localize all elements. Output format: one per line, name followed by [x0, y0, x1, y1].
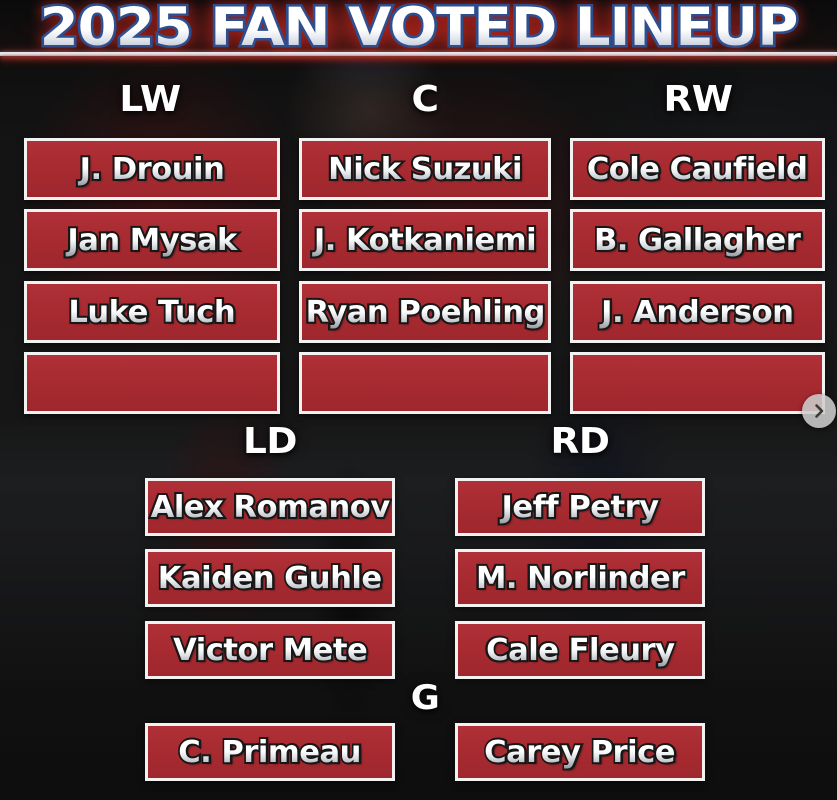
player-card-rw-2[interactable]: B. Gallagher B. Gallagher	[570, 209, 825, 271]
player-card-rd-2[interactable]: M. Norlinder M. Norlinder	[455, 549, 705, 607]
player-card-rd-3[interactable]: Cale Fleury Cale Fleury	[455, 621, 705, 679]
player-name: B. Gallagher	[590, 223, 805, 258]
player-card-g-2[interactable]: Carey Price Carey Price	[455, 723, 705, 781]
position-label-rd: RD	[550, 421, 610, 462]
player-name: Carey Price	[480, 735, 679, 770]
player-card-rw-3[interactable]: J. Anderson J. Anderson	[570, 281, 825, 343]
player-card-lw-2[interactable]: Jan Mysak Jan Mysak	[24, 209, 280, 271]
player-card-c-4-empty[interactable]	[299, 352, 551, 414]
player-name: Cole Caufield	[583, 152, 812, 187]
player-card-lw-3[interactable]: Luke Tuch Luke Tuch	[24, 281, 280, 343]
position-label-lw: LW	[119, 79, 181, 120]
position-label-c: C	[411, 79, 439, 120]
player-name: Luke Tuch	[64, 295, 239, 330]
lineup-graphic: 2025 FAN VOTED LINEUP 2025 FAN VOTED LIN…	[0, 0, 837, 800]
player-card-c-1[interactable]: Nick Suzuki Nick Suzuki	[299, 138, 551, 200]
player-card-c-3[interactable]: Ryan Poehling Ryan Poehling	[299, 281, 551, 343]
position-label-rw: RW	[663, 79, 733, 120]
player-name: Nick Suzuki	[324, 152, 526, 187]
player-card-c-2[interactable]: J. Kotkaniemi J. Kotkaniemi	[299, 209, 551, 271]
player-name: Alex Romanov	[148, 490, 392, 525]
player-card-rw-1[interactable]: Cole Caufield Cole Caufield	[570, 138, 825, 200]
position-label-ld: LD	[243, 421, 297, 462]
title-divider-glow	[0, 56, 837, 61]
player-card-g-1[interactable]: C. Primeau C. Primeau	[145, 723, 395, 781]
player-card-rd-1[interactable]: Jeff Petry Jeff Petry	[455, 478, 705, 536]
player-name: M. Norlinder	[471, 561, 688, 596]
page-title: 2025 FAN VOTED LINEUP	[0, 0, 837, 58]
player-card-ld-3[interactable]: Victor Mete Victor Mete	[145, 621, 395, 679]
player-card-ld-2[interactable]: Kaiden Guhle Kaiden Guhle	[145, 549, 395, 607]
player-name: J. Drouin	[76, 152, 229, 187]
player-name: J. Kotkaniemi	[310, 223, 540, 258]
player-name: Kaiden Guhle	[154, 561, 386, 596]
player-name: Jeff Petry	[497, 490, 662, 525]
player-name: C. Primeau	[175, 735, 366, 770]
chevron-right-icon	[815, 404, 824, 418]
player-card-ld-1[interactable]: Alex Romanov Alex Romanov	[145, 478, 395, 536]
position-label-g: G	[410, 678, 440, 718]
title-banner: 2025 FAN VOTED LINEUP 2025 FAN VOTED LIN…	[0, 0, 837, 64]
player-name: J. Anderson	[597, 295, 797, 330]
player-name: Cale Fleury	[482, 633, 679, 668]
player-name: Victor Mete	[169, 633, 371, 668]
player-name: Ryan Poehling	[302, 295, 548, 330]
player-card-rw-4-empty[interactable]	[570, 352, 825, 414]
player-name: Jan Mysak	[63, 223, 241, 258]
player-card-lw-1[interactable]: J. Drouin J. Drouin	[24, 138, 280, 200]
next-slide-button[interactable]	[802, 394, 836, 428]
player-card-lw-4-empty[interactable]	[24, 352, 280, 414]
